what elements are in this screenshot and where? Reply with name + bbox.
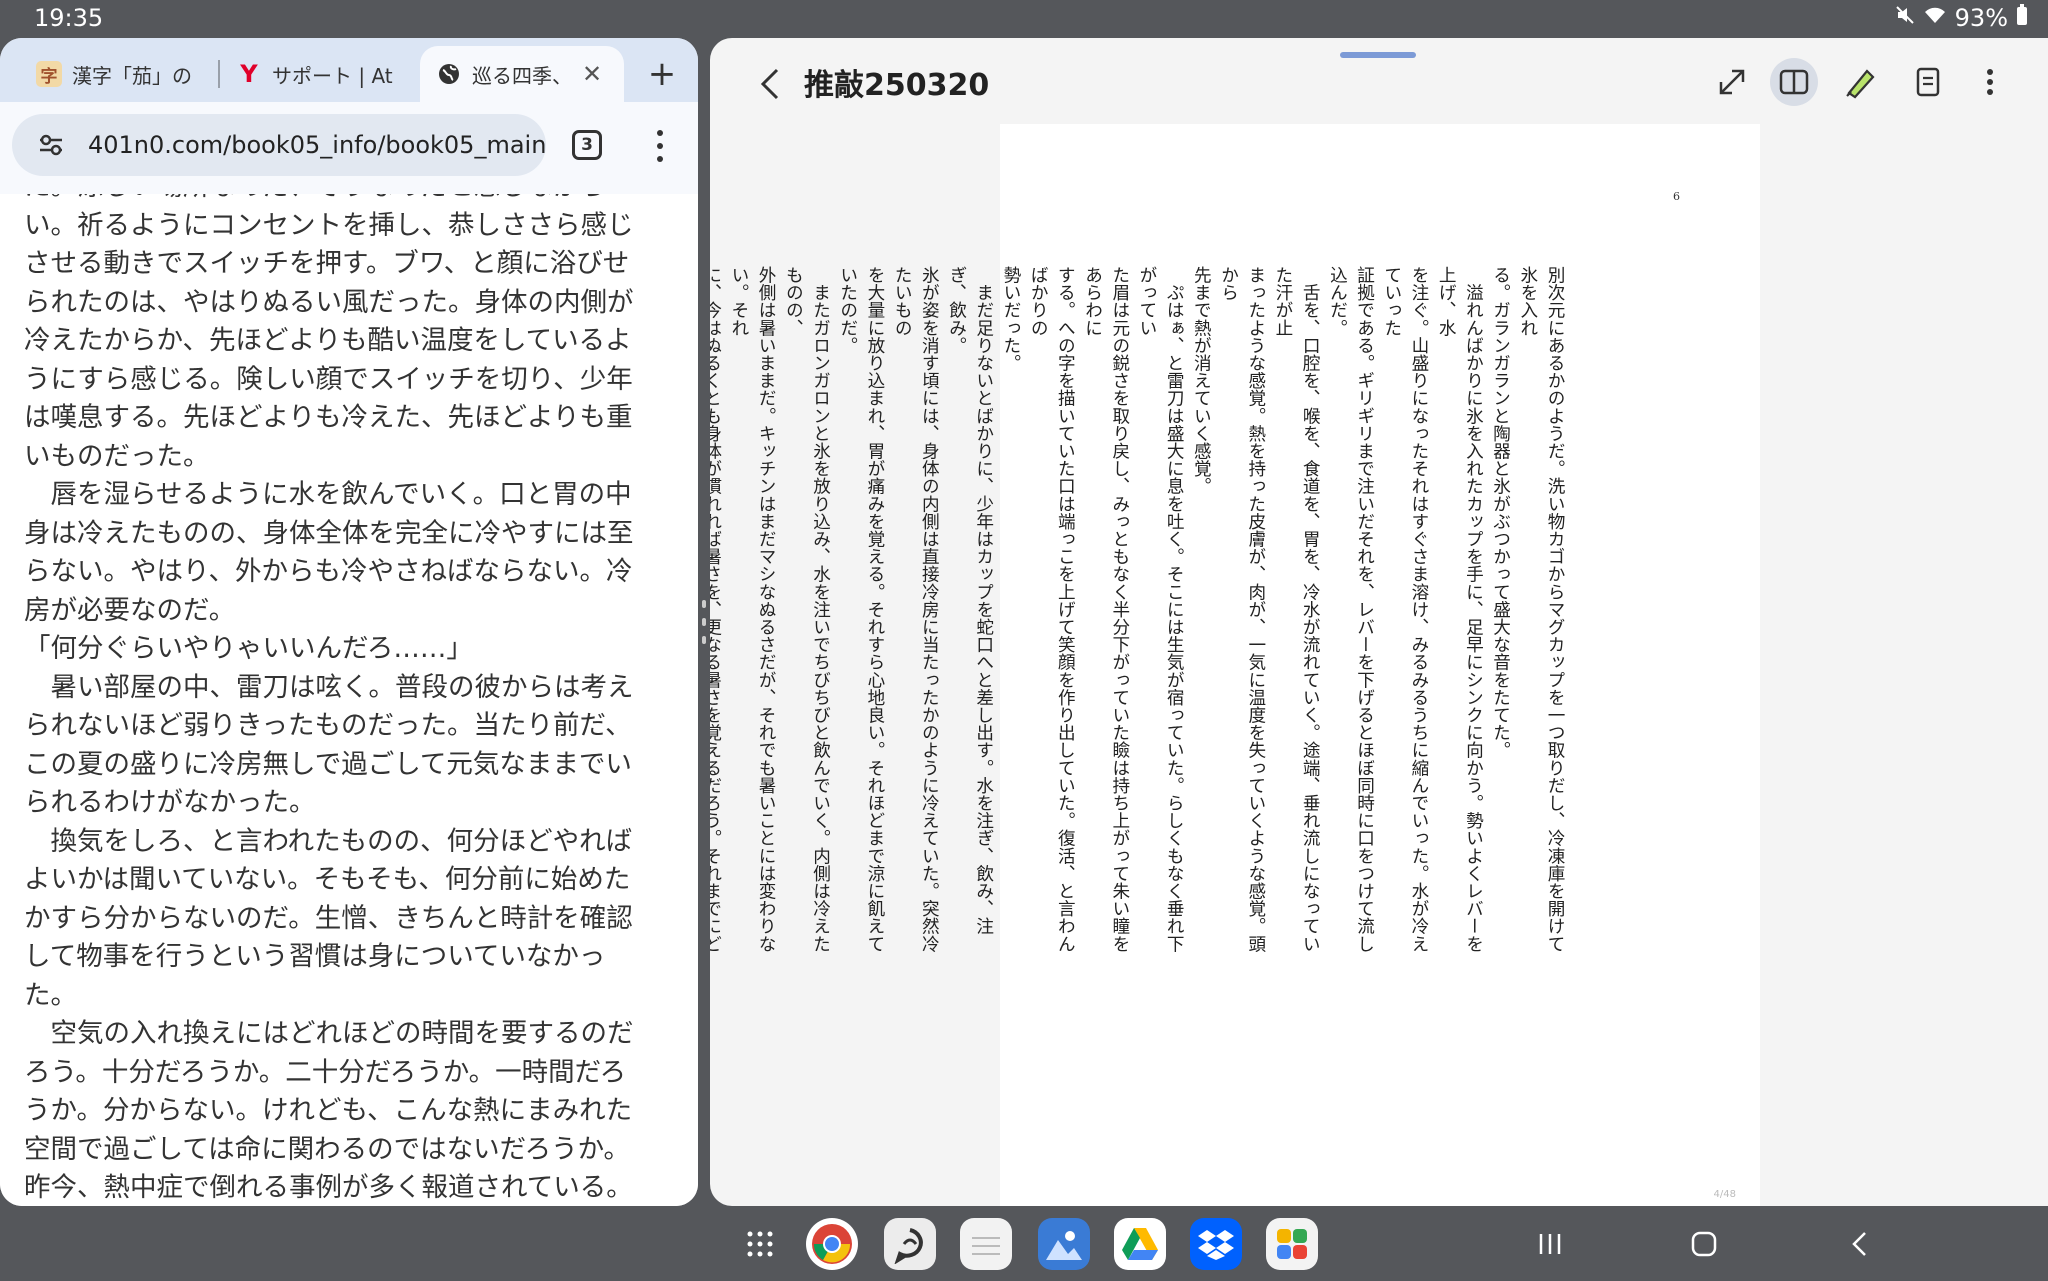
article-line: らない。やはり、外からも冷やさねばならない。冷 [24, 556, 633, 587]
article-line: た。 [24, 979, 77, 1011]
yahoo-favicon: Y [240, 60, 258, 88]
kanji-site-favicon: 字 [36, 61, 62, 87]
article-line: 身は冷えたものの、身体全体を完全に冷やすには至 [24, 517, 634, 549]
tab-strip: 字 漢字「茄」の Y サポート | At 巡る四季、 ✕ + [0, 38, 698, 102]
split-divider-handle[interactable] [700, 600, 708, 644]
manuscript-column: を注ぐ。山盛りになったそれはすぐさま溶け、みるみるうちに縮んでいった。水が冷えて… [1381, 266, 1429, 953]
close-tab-icon[interactable]: ✕ [572, 46, 612, 102]
manuscript-column: に、今はぬるくとも身体が慣れれば暑さを、更なる暑さを覚えるだろう。それまでにどこ… [710, 266, 722, 953]
address-bar: 401n0.com/book05_info/book05_mainC 3 [0, 102, 698, 194]
drive-icon[interactable] [1114, 1218, 1166, 1270]
article-line: うか。分からない。けれども、こんな熱にまみれた [24, 1095, 633, 1126]
manuscript-column: ぷはぁ、と雷刀は盛大に息を吐く。そこには生気が宿っていた。らしくもなく垂れ下がっ… [1136, 266, 1185, 953]
article-line: させる動きでスイッチを押す。ブワ、と顔に浴びせ [24, 248, 630, 279]
article-line: 唇を湿らせるように水を飲んでいく。口と胃の中 [24, 479, 632, 510]
browser-window: 字 漢字「茄」の Y サポート | At 巡る四季、 ✕ + 401n0.com… [0, 38, 698, 1206]
back-icon[interactable] [1836, 1220, 1884, 1268]
article-line: は嘆息する。先ほどよりも冷えた、先ほどよりも重 [24, 402, 633, 433]
battery-percent: 93% [1954, 4, 2008, 32]
notes-icon[interactable] [960, 1218, 1012, 1270]
article-line: 昨今、熱中症で倒れる事例が多く報道されている。 [24, 1172, 633, 1203]
globe-favicon [436, 61, 462, 87]
article-line: この夏の盛りに冷房無しで過ごして元気なままでい [24, 748, 632, 780]
article-line: 冷えたからか、先ほどよりも酷い温度をしているよ [24, 325, 632, 356]
manuscript-column: 勢いだった。 [1000, 266, 1021, 372]
tab-kanji[interactable]: 字 漢字「茄」の [36, 46, 206, 102]
recents-icon[interactable] [1526, 1220, 1574, 1268]
document-title: 推敲250320 [804, 68, 990, 103]
pen-icon[interactable] [1836, 58, 1884, 106]
page-number: 6 [1673, 190, 1680, 203]
gallery-icon[interactable] [1038, 1218, 1090, 1270]
manuscript-column: 別次元にあるかのようだ。洗い物カゴからマグカップを一つ取りだし、冷凍庫を開けて氷… [1517, 266, 1565, 953]
url-field[interactable]: 401n0.com/book05_info/book05_mainC [12, 114, 546, 176]
status-time: 19:35 [34, 4, 104, 32]
apps-grid-icon[interactable] [734, 1218, 786, 1270]
manuscript-column: る。ガランガランと陶器と氷がぶつかって盛大な音をたてた。 [1490, 266, 1511, 759]
manuscript-column: まだ足りないとばかりに、少年はカップを蛇口へと差し出す。水を注ぎ、飲み、注ぎ、飲… [946, 266, 994, 935]
expand-icon[interactable] [1708, 58, 1756, 106]
manuscript-column: 先まで熱が消えていく感覚。 [1191, 266, 1212, 495]
chrome-icon[interactable] [806, 1218, 858, 1270]
more-icon[interactable] [1966, 58, 2014, 106]
document-icon[interactable] [1904, 58, 1952, 106]
article-line: 房が必要なのだ。 [24, 594, 236, 626]
home-icon[interactable] [1680, 1220, 1728, 1268]
mute-icon [1895, 5, 1915, 31]
tab-separator [218, 60, 220, 88]
article-line: 暑い部屋の中、雷刀は呟く。普段の彼からは考え [24, 671, 634, 703]
manuscript-column: 舌を、口腔を、喉を、食道を、胃を、冷水が流れていく。途端、垂れ流しになっていた汗… [1272, 266, 1321, 953]
browser-menu-icon[interactable] [648, 126, 672, 166]
url-text: 401n0.com/book05_info/book05_mainC [88, 131, 546, 159]
article-line: 空気の入れ換えにはどれほどの時間を要するのだ [24, 1018, 634, 1049]
article-line: うにすら感じる。険しい顔でスイッチを切り、少年 [24, 363, 633, 395]
article-content[interactable]: た。涼しい場所なのだ、そうなのだと念じながらい。祈るようにコンセントを挿し、恭し… [0, 194, 698, 1206]
article-line: た。涼しい場所なのだ、そうなのだと念じながら [24, 194, 672, 207]
wifi-icon [1923, 5, 1947, 31]
article-line: られたのは、やはりぬるい風だった。身体の内側が [24, 286, 634, 318]
new-tab-icon[interactable]: + [642, 50, 682, 98]
status-bar: 19:35 93% [0, 0, 2048, 36]
article-line: ろう。十分だろうか。二十分だろうか。一時間だろ [24, 1056, 627, 1088]
article-line: して物事を行うという習慣は身についていなかっ [24, 941, 606, 972]
manuscript-column: 証拠である。ギリギリまで注いだそれを、レバーを下げるとほぼ同時に口をつけて流し込… [1327, 266, 1375, 953]
manuscript-column: まったような感覚。熱を持った皮膚が、肉が、一気に温度を失っていくような感覚。頭か… [1218, 266, 1266, 953]
manuscript-column: する。への字を描いていた口は端っこを上げて笑顔を作り出していた。復活、と言わんば… [1028, 266, 1076, 953]
manuscript-column: 溢れんばかりに氷を入れたカップを手に、足早にシンクに向かう。勢いよくレバーを上げ… [1436, 266, 1484, 953]
clip-studio-icon[interactable] [884, 1218, 936, 1270]
tab-support[interactable]: Y サポート | At [236, 46, 396, 102]
page-footer: 4/48 [1713, 1189, 1736, 1200]
article-line: 「何分ぐらいやりゃいいんだろ……」 [24, 633, 473, 664]
article-line: い。祈るようにコンセントを挿し、恭しささら感じ [24, 209, 634, 241]
article-line: 換気をしろ、と言われたものの、何分ほどやれば [24, 825, 633, 857]
folder-icon[interactable] [1266, 1218, 1318, 1270]
manuscript-column: た眉は元の鋭さを取り戻し、みっともなく半分下がっていた瞼は持ち上がって朱い瞳をあ… [1082, 266, 1130, 953]
dropbox-icon[interactable] [1190, 1218, 1242, 1270]
article-line: いものだった。 [24, 440, 210, 472]
manuscript-column: またガロンガロンと氷を放り込み、水を注いでちびちびと飲んでいく。内側は冷えたもの… [783, 266, 831, 953]
reader-header: 推敲250320 [710, 38, 2048, 124]
manuscript-column: 氷が姿を消す頃には、身体の内側は直接冷房に当たったかのように冷えていた。突然冷た… [892, 266, 940, 953]
manuscript-text: 別次元にあるかのようだ。洗い物カゴからマグカップを一つ取りだし、冷凍庫を開けて氷… [710, 266, 1568, 956]
book-view-icon[interactable] [1770, 58, 1818, 106]
article-line: られるわけがなかった。 [24, 787, 316, 818]
article-line: 空間で過ごしては命に関わるのではないだろうか。 [24, 1133, 631, 1165]
document-page[interactable]: 6 別次元にあるかのようだ。洗い物カゴからマグカップを一つ取りだし、冷凍庫を開け… [710, 124, 1760, 1206]
back-button[interactable] [752, 64, 788, 104]
manuscript-column: を大量に放り込まれ、胃が痛みを覚える。それすら心地良い。それほどまで涼に飢えてい… [837, 266, 885, 953]
battery-icon [2016, 4, 2028, 32]
tab-switcher-button[interactable]: 3 [572, 130, 602, 160]
manuscript-column: 外側は暑いままだ。キッチンはまだマシなぬるさだが、それでも暑いことには変わりない… [728, 266, 777, 953]
article-line: かすら分からないのだ。生憎、きちんと時計を確認 [24, 902, 633, 934]
article-text: た。涼しい場所なのだ、そうなのだと念じながらい。祈るようにコンセントを挿し、恭し… [24, 194, 672, 1206]
article-line: られないほど弱りきったものだった。当たり前だ、 [24, 710, 632, 741]
navigation-bar [0, 1208, 2048, 1281]
article-line: よいかは聞いていない。そもそも、何分前に始めた [24, 864, 631, 895]
site-settings-icon[interactable] [36, 130, 66, 160]
reader-window: 推敲250320 6 別次元にあるかのようだ。洗い物カゴからマグカップを一つ取り… [710, 38, 2048, 1206]
